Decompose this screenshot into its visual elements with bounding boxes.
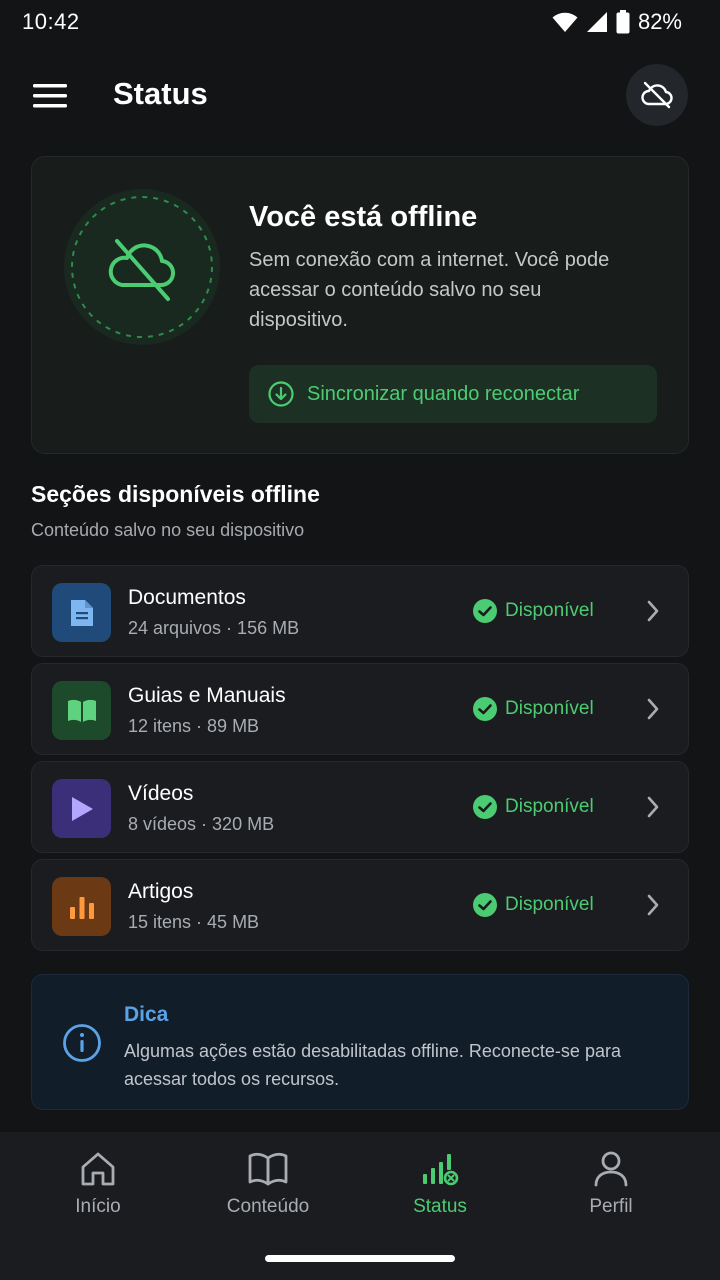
home-indicator[interactable] xyxy=(265,1255,455,1262)
cloud-off-icon xyxy=(71,196,213,338)
item-name: Guias e Manuais xyxy=(128,684,286,707)
nav-item-perfil[interactable]: Perfil xyxy=(541,1150,681,1230)
section-title: Seções disponíveis offline xyxy=(31,481,320,507)
tip-title: Dica xyxy=(124,1003,169,1026)
book-icon xyxy=(67,699,96,722)
app-bar: Status xyxy=(0,62,720,130)
nav-label: Conteúdo xyxy=(226,1196,310,1217)
offline-status-button[interactable] xyxy=(626,64,688,126)
list-item-videos[interactable]: Vídeos 8 vídeos · 320 MB Disponível xyxy=(31,761,689,853)
item-status: Disponível xyxy=(473,795,594,819)
user-icon xyxy=(594,1151,628,1187)
menu-button[interactable] xyxy=(30,78,70,114)
nav-item-status[interactable]: Status xyxy=(370,1150,510,1230)
nav-item-inicio[interactable]: Início xyxy=(28,1150,168,1230)
status-bar: 10:42 82% xyxy=(0,0,720,44)
item-status-text: Disponível xyxy=(505,600,594,621)
status-icon xyxy=(423,1154,459,1186)
item-icon-container xyxy=(52,583,111,642)
chevron-right-icon xyxy=(647,698,659,720)
item-status: Disponível xyxy=(473,893,594,917)
page-title: Status xyxy=(113,76,208,111)
item-meta: 12 itens · 89 MB xyxy=(128,716,260,736)
play-icon xyxy=(71,796,93,821)
tip-card: Dica Algumas ações estão desabilitadas o… xyxy=(31,974,689,1110)
item-meta: 24 arquivos · 156 MB xyxy=(128,618,300,638)
item-icon-container xyxy=(52,681,111,740)
battery-icon xyxy=(616,10,630,34)
list-item-artigos[interactable]: Artigos 15 itens · 45 MB Disponível xyxy=(31,859,689,951)
nav-item-conteudo[interactable]: Conteúdo xyxy=(198,1150,338,1230)
offline-sections-list: Documentos 24 arquivos · 156 MB Disponív… xyxy=(31,565,689,957)
item-status: Disponível xyxy=(473,697,594,721)
nav-label: Início xyxy=(75,1196,121,1217)
check-circle-icon xyxy=(473,599,497,623)
wifi-icon xyxy=(552,12,578,32)
status-time: 10:42 xyxy=(22,9,80,34)
nav-label: Perfil xyxy=(589,1196,633,1217)
document-icon xyxy=(70,599,93,626)
section-subtitle: Conteúdo salvo no seu dispositivo xyxy=(31,520,305,540)
status-indicators: 82% xyxy=(552,9,682,35)
sync-button-label: Sincronizar quando reconectar xyxy=(307,382,580,405)
item-name: Vídeos xyxy=(128,782,194,805)
home-icon xyxy=(81,1152,115,1186)
chart-icon xyxy=(69,896,94,919)
signal-icon xyxy=(586,12,607,32)
download-circle-icon xyxy=(268,381,294,407)
chevron-right-icon xyxy=(647,894,659,916)
offline-description: Sem conexão com a internet. Você pode ac… xyxy=(249,249,610,331)
menu-icon xyxy=(33,84,67,108)
item-icon-container xyxy=(52,877,111,936)
check-circle-icon xyxy=(473,893,497,917)
info-icon xyxy=(63,1024,101,1062)
item-status-text: Disponível xyxy=(505,698,594,719)
list-item-documentos[interactable]: Documentos 24 arquivos · 156 MB Disponív… xyxy=(31,565,689,657)
list-item-guias-e-manuais[interactable]: Guias e Manuais 12 itens · 89 MB Disponí… xyxy=(31,663,689,755)
cloud-off-icon xyxy=(641,81,673,109)
sync-when-reconnect-button[interactable]: Sincronizar quando reconectar xyxy=(249,365,657,423)
item-icon-container xyxy=(52,779,111,838)
tip-text: Algumas ações estão desabilitadas offlin… xyxy=(124,1041,621,1089)
check-circle-icon xyxy=(473,795,497,819)
battery-level: 82% xyxy=(637,9,682,34)
item-name: Documentos xyxy=(128,586,246,609)
offline-badge xyxy=(64,189,220,345)
item-meta: 8 vídeos · 320 MB xyxy=(128,814,275,834)
chevron-right-icon xyxy=(647,600,659,622)
check-circle-icon xyxy=(473,697,497,721)
chevron-right-icon xyxy=(647,796,659,818)
item-status: Disponível xyxy=(473,599,594,623)
offline-card: Você está offline Sem conexão com a inte… xyxy=(31,156,689,454)
offline-title: Você está offline xyxy=(249,201,478,233)
item-status-text: Disponível xyxy=(505,894,594,915)
item-meta: 15 itens · 45 MB xyxy=(128,912,260,932)
item-name: Artigos xyxy=(128,880,194,903)
book-open-icon xyxy=(248,1152,288,1186)
nav-label: Status xyxy=(413,1196,467,1217)
item-status-text: Disponível xyxy=(505,796,594,817)
